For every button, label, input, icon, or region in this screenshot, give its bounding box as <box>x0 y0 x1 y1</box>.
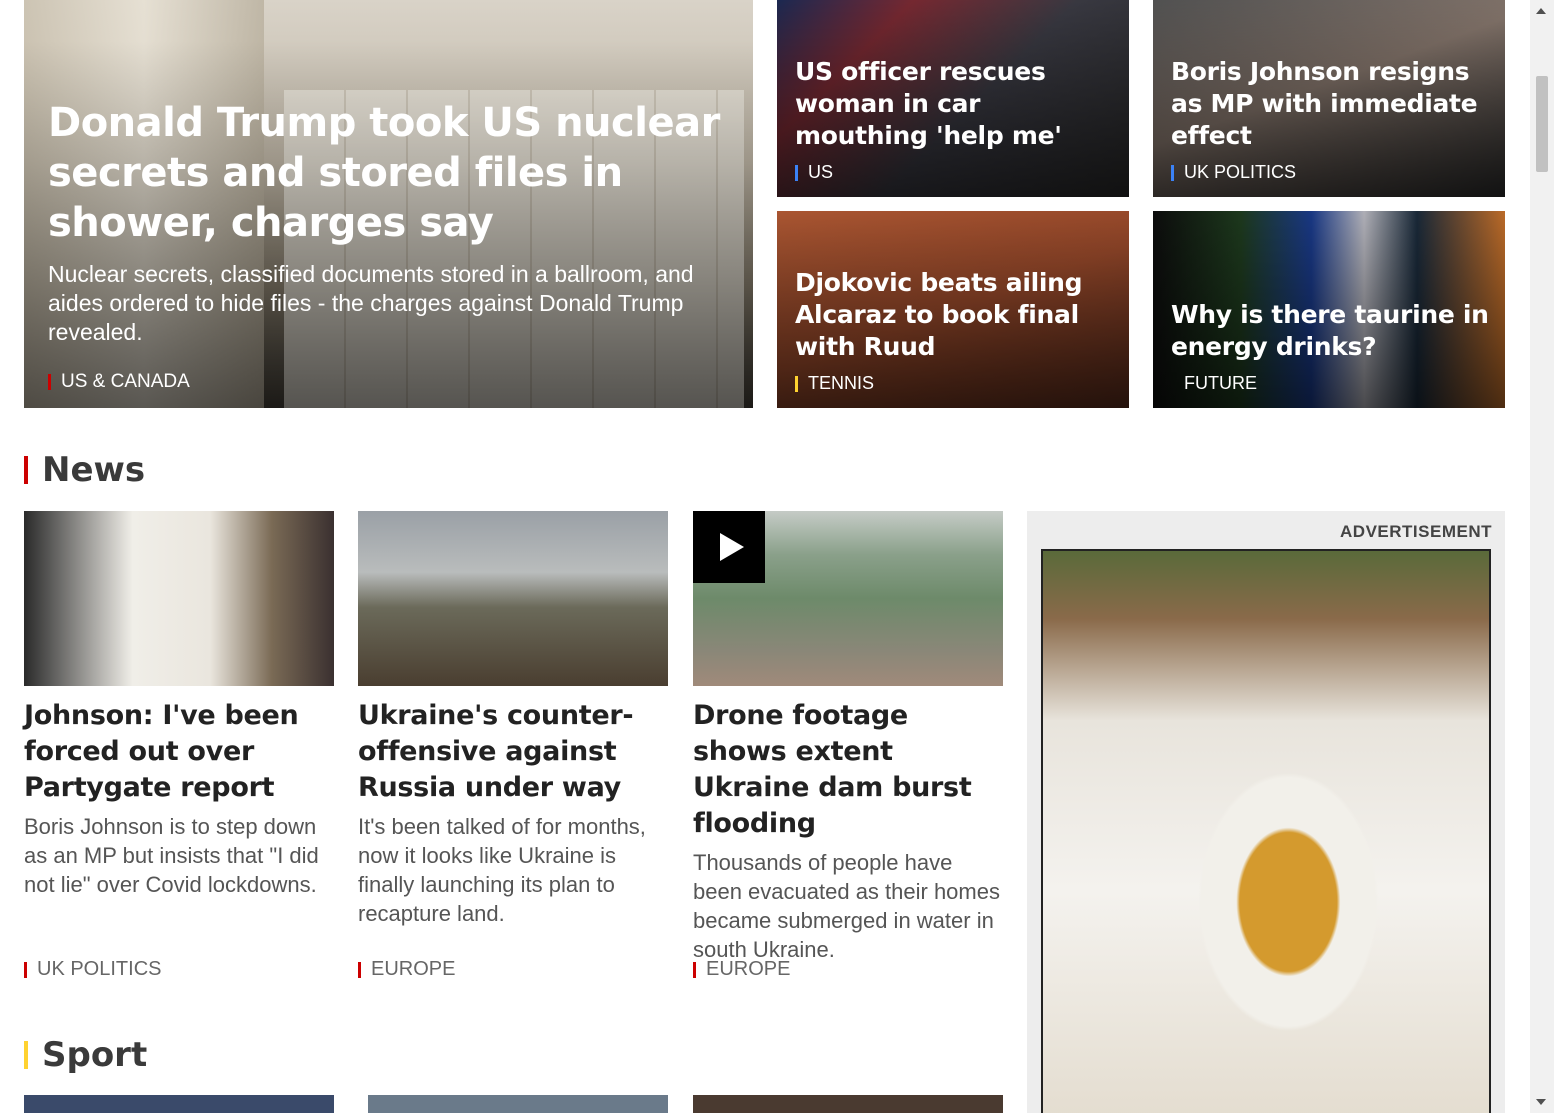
section-title-sport[interactable]: Sport <box>42 1035 147 1075</box>
news-card-tag-label: UK POLITICS <box>37 958 162 980</box>
tile-tag-label: FUTURE <box>1184 373 1257 393</box>
scroll-up-icon[interactable] <box>1536 8 1546 14</box>
tile-headline[interactable]: Djokovic beats ailing Alcaraz to book fi… <box>795 267 1115 363</box>
news-card-headline[interactable]: Drone footage shows extent Ukraine dam b… <box>693 698 1003 842</box>
tile-headline[interactable]: US officer rescues woman in car mouthing… <box>795 56 1115 152</box>
sport-card-image[interactable] <box>368 1095 668 1113</box>
tag-bar <box>1171 164 1174 181</box>
section-bar <box>24 1041 28 1069</box>
sport-card-image[interactable] <box>693 1095 1003 1113</box>
section-heading-sport[interactable]: Sport <box>24 1035 147 1075</box>
news-card-tag-label: EUROPE <box>706 958 791 980</box>
section-title-news[interactable]: News <box>42 450 145 490</box>
advert-image[interactable] <box>1041 549 1491 1113</box>
news-card-summary: Boris Johnson is to step down as an MP b… <box>24 814 319 897</box>
tile-tag-label: US <box>808 162 834 182</box>
news-card-image[interactable] <box>693 511 1003 686</box>
sport-card-image[interactable] <box>24 1095 334 1113</box>
tile-johnson-resigns[interactable]: Boris Johnson resigns as MP with immedia… <box>1153 0 1505 197</box>
section-heading-news[interactable]: News <box>24 450 145 490</box>
section-bar <box>24 456 28 484</box>
play-icon <box>720 533 744 561</box>
tile-tag[interactable]: UK POLITICS <box>1171 162 1491 183</box>
hero-tag-label: US & CANADA <box>61 371 190 392</box>
advert-panel: ADVERTISEMENT <box>1027 511 1505 1113</box>
news-card-image[interactable] <box>358 511 668 686</box>
news-card-headline[interactable]: Johnson: I've been forced out over Party… <box>24 698 334 806</box>
hero-tag[interactable]: US & CANADA <box>48 371 738 393</box>
news-card-image[interactable] <box>24 511 334 686</box>
advert-label: ADVERTISEMENT <box>1340 522 1492 541</box>
scrollbar-thumb[interactable] <box>1536 76 1548 172</box>
hero-text: Donald Trump took US nuclear secrets and… <box>48 98 738 393</box>
news-card-summary: Thousands of people have been evacuated … <box>693 850 1000 962</box>
news-card-summary: It's been talked of for months, now it l… <box>358 814 646 926</box>
tile-taurine[interactable]: Why is there taurine in energy drinks? F… <box>1153 211 1505 408</box>
tag-bar <box>48 374 51 390</box>
tag-bar <box>1171 376 1174 392</box>
tag-bar <box>358 961 361 978</box>
hero-summary: Nuclear secrets, classified documents st… <box>48 261 694 345</box>
news-card-tag[interactable]: UK POLITICS <box>24 958 161 981</box>
tag-bar <box>795 375 798 392</box>
play-video-button[interactable] <box>693 511 765 583</box>
hero-story[interactable]: Donald Trump took US nuclear secrets and… <box>24 0 753 408</box>
news-card-tag-label: EUROPE <box>371 958 456 980</box>
news-card[interactable]: Johnson: I've been forced out over Party… <box>24 511 334 980</box>
tag-bar <box>693 961 696 978</box>
tile-djokovic[interactable]: Djokovic beats ailing Alcaraz to book fi… <box>777 211 1129 408</box>
hero-headline[interactable]: Donald Trump took US nuclear secrets and… <box>48 98 738 248</box>
news-card-tag[interactable]: EUROPE <box>358 958 455 981</box>
tile-headline[interactable]: Why is there taurine in energy drinks? <box>1171 299 1491 363</box>
tile-us-officer[interactable]: US officer rescues woman in car mouthing… <box>777 0 1129 197</box>
news-card[interactable]: Drone footage shows extent Ukraine dam b… <box>693 511 1003 980</box>
news-card[interactable]: Ukraine's counter-offensive against Russ… <box>358 511 668 980</box>
tile-tag[interactable]: US <box>795 162 1115 183</box>
tile-tag[interactable]: FUTURE <box>1171 373 1491 394</box>
tile-tag-label: TENNIS <box>808 373 875 393</box>
tile-tag[interactable]: TENNIS <box>795 373 1115 394</box>
scroll-down-icon[interactable] <box>1536 1099 1546 1105</box>
page-scrollbar[interactable] <box>1530 0 1554 1113</box>
tag-bar <box>795 164 798 181</box>
tile-headline[interactable]: Boris Johnson resigns as MP with immedia… <box>1171 56 1491 152</box>
news-card-tag[interactable]: EUROPE <box>693 958 790 981</box>
news-card-headline[interactable]: Ukraine's counter-offensive against Russ… <box>358 698 668 806</box>
tag-bar <box>24 961 27 978</box>
tile-tag-label: UK POLITICS <box>1184 162 1297 182</box>
